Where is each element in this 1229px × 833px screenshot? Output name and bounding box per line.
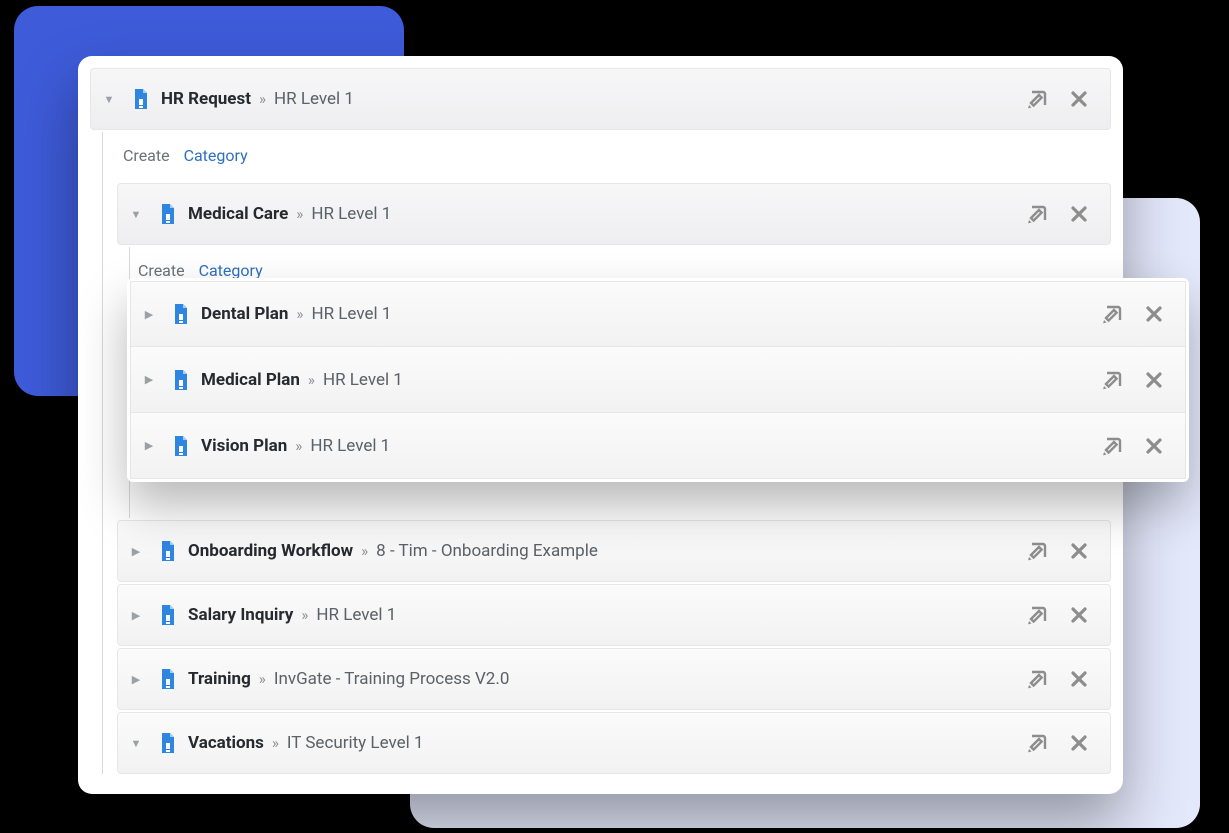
create-label: Create <box>123 146 170 165</box>
breadcrumb-separator: » <box>259 90 266 108</box>
category-subtitle: InvGate - Training Process V2.0 <box>274 669 510 689</box>
category-row-dental-plan[interactable]: ▶ Dental Plan » HR Level 1 <box>130 281 1186 347</box>
breadcrumb-separator: » <box>272 734 279 752</box>
category-row-training[interactable]: ▶ Training » InvGate - Training Process … <box>117 648 1111 710</box>
category-title: Salary Inquiry <box>188 605 293 625</box>
category-subtitle: HR Level 1 <box>310 436 390 456</box>
breadcrumb-separator: » <box>296 205 303 223</box>
category-subtitle: HR Level 1 <box>311 204 391 224</box>
category-subtitle: HR Level 1 <box>323 370 403 390</box>
category-title: Dental Plan <box>201 304 288 324</box>
edit-button[interactable] <box>1020 534 1054 568</box>
chevron-right-icon[interactable]: ▶ <box>139 308 159 321</box>
chevron-right-icon[interactable]: ▶ <box>126 673 146 686</box>
document-icon <box>171 435 193 457</box>
breadcrumb-separator: » <box>361 542 368 560</box>
floating-subcategory-group: ▶ Dental Plan » HR Level 1 ▶ Medical Pla… <box>127 278 1189 482</box>
category-title: HR Request <box>161 89 251 109</box>
document-icon <box>171 369 193 391</box>
category-row-hr-request[interactable]: ▼ HR Request » HR Level 1 <box>90 68 1111 130</box>
document-icon <box>158 540 180 562</box>
close-button[interactable] <box>1137 429 1171 463</box>
category-row-onboarding[interactable]: ▶ Onboarding Workflow » 8 - Tim - Onboar… <box>117 520 1111 582</box>
create-category-line: Create Category <box>117 132 1111 181</box>
breadcrumb-separator: » <box>296 305 303 323</box>
category-subtitle: HR Level 1 <box>311 304 391 324</box>
close-button[interactable] <box>1062 534 1096 568</box>
breadcrumb-separator: » <box>259 670 266 688</box>
chevron-right-icon[interactable]: ▶ <box>139 373 159 386</box>
edit-button[interactable] <box>1020 197 1054 231</box>
edit-button[interactable] <box>1020 726 1054 760</box>
edit-button[interactable] <box>1095 363 1129 397</box>
category-row-medical-plan[interactable]: ▶ Medical Plan » HR Level 1 <box>130 347 1186 413</box>
document-icon <box>131 88 153 110</box>
create-category-link[interactable]: Category <box>184 146 248 165</box>
breadcrumb-separator: » <box>295 437 302 455</box>
chevron-right-icon[interactable]: ▶ <box>126 545 146 558</box>
category-title: Vacations <box>188 733 264 753</box>
category-subtitle: HR Level 1 <box>274 89 354 109</box>
close-button[interactable] <box>1062 662 1096 696</box>
breadcrumb-separator: » <box>308 371 315 389</box>
edit-button[interactable] <box>1020 82 1054 116</box>
breadcrumb-separator: » <box>301 606 308 624</box>
document-icon <box>158 203 180 225</box>
category-row-vacations[interactable]: ▼ Vacations » IT Security Level 1 <box>117 712 1111 774</box>
edit-button[interactable] <box>1020 662 1054 696</box>
category-row-medical-care[interactable]: ▼ Medical Care » HR Level 1 <box>117 183 1111 245</box>
category-title: Medical Care <box>188 204 288 224</box>
category-title: Vision Plan <box>201 436 287 456</box>
close-button[interactable] <box>1062 726 1096 760</box>
category-title: Training <box>188 669 251 689</box>
category-subtitle: IT Security Level 1 <box>287 733 424 753</box>
edit-button[interactable] <box>1020 598 1054 632</box>
document-icon <box>158 668 180 690</box>
close-button[interactable] <box>1137 297 1171 331</box>
category-title: Onboarding Workflow <box>188 541 353 561</box>
chevron-down-icon[interactable]: ▼ <box>99 93 119 106</box>
close-button[interactable] <box>1062 598 1096 632</box>
close-button[interactable] <box>1137 363 1171 397</box>
chevron-down-icon[interactable]: ▼ <box>126 737 146 750</box>
close-button[interactable] <box>1062 82 1096 116</box>
chevron-down-icon[interactable]: ▼ <box>126 208 146 221</box>
document-icon <box>171 303 193 325</box>
document-icon <box>158 604 180 626</box>
category-row-salary-inquiry[interactable]: ▶ Salary Inquiry » HR Level 1 <box>117 584 1111 646</box>
category-row-vision-plan[interactable]: ▶ Vision Plan » HR Level 1 <box>130 413 1186 479</box>
edit-button[interactable] <box>1095 429 1129 463</box>
category-subtitle: 8 - Tim - Onboarding Example <box>376 541 598 561</box>
document-icon <box>158 732 180 754</box>
category-subtitle: HR Level 1 <box>316 605 396 625</box>
close-button[interactable] <box>1062 197 1096 231</box>
chevron-right-icon[interactable]: ▶ <box>126 609 146 622</box>
chevron-right-icon[interactable]: ▶ <box>139 439 159 452</box>
category-title: Medical Plan <box>201 370 300 390</box>
edit-button[interactable] <box>1095 297 1129 331</box>
